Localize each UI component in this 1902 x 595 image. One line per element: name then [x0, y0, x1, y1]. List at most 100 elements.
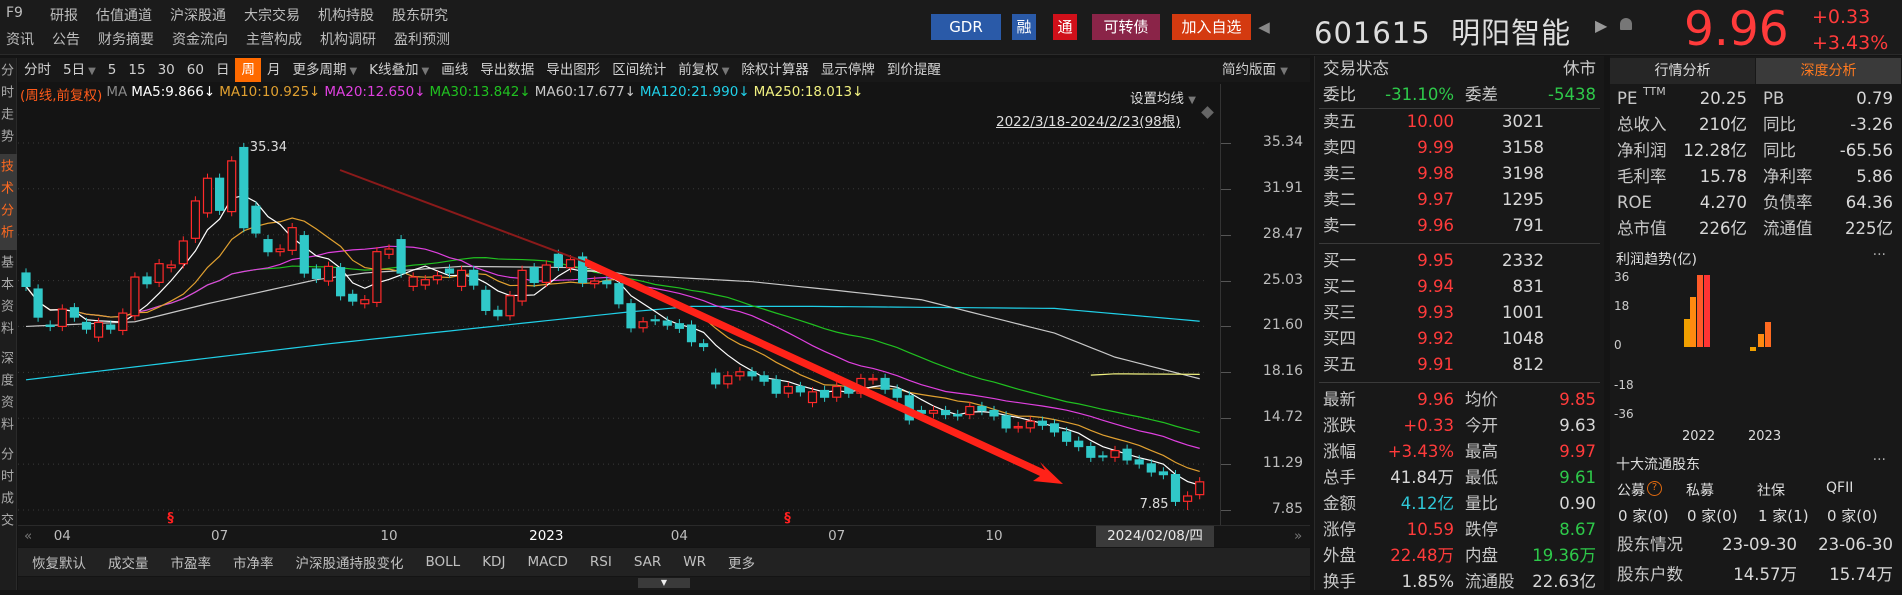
connect-button[interactable]: 通	[1053, 14, 1077, 40]
quote-value: 9.61	[1559, 468, 1596, 487]
toolbar-item[interactable]: 更多周期 ▼	[286, 58, 363, 82]
more-icon[interactable]: ···	[1873, 247, 1886, 263]
scroll-right-icon[interactable]: »	[1294, 528, 1302, 544]
quote-value: 8.67	[1559, 520, 1596, 539]
nav-link[interactable]: 机构调研	[320, 29, 376, 49]
toolbar-item[interactable]: 30	[152, 58, 181, 82]
toolbar-item[interactable]: 除权计算器	[735, 58, 815, 82]
toolbar-item[interactable]: 画线	[435, 58, 474, 82]
kline-chart[interactable]: 35.34 7.85 § §	[18, 84, 1220, 526]
nav-link[interactable]: 研报	[50, 5, 78, 25]
stock-title: 601615 明阳智能	[1314, 10, 1571, 52]
ma-value: MA20:12.650↓	[324, 84, 426, 100]
toolbar-item[interactable]: 5日 ▼	[57, 58, 102, 82]
side-tab[interactable]: 技术分析	[0, 154, 17, 250]
panel-splitter[interactable]: ▼	[18, 577, 1310, 590]
toolbar-item[interactable]: 显示停牌	[815, 58, 881, 82]
toolbar-item[interactable]: 月	[261, 58, 287, 82]
side-tab[interactable]: 基本资料	[0, 250, 17, 346]
nav-link[interactable]: 财务摘要	[98, 29, 154, 49]
toolbar-item[interactable]: 前复权 ▼	[672, 58, 735, 82]
quote-row: 总市值 226亿 流通值 225亿	[1610, 216, 1902, 242]
candle-body	[130, 276, 140, 317]
chevron-down-icon: ▼	[1280, 66, 1288, 77]
toolbar-item-label: 到价提醒	[886, 62, 941, 78]
time-tick-label: 2023	[529, 528, 564, 544]
indicator-tab[interactable]: BOLL	[426, 554, 461, 570]
indicator-tab[interactable]: 更多	[728, 552, 755, 572]
nav-link[interactable]: F9	[6, 5, 23, 25]
nav-link[interactable]: 机构持股	[318, 5, 374, 25]
add-watchlist-button[interactable]: 加入自选	[1172, 14, 1251, 40]
sell-price: 9.99	[1417, 138, 1454, 157]
candle-body	[408, 276, 418, 287]
margin-button[interactable]: 融	[1012, 14, 1036, 40]
expand-down-icon[interactable]: ▼	[638, 578, 690, 588]
metric-label: 流通值	[1763, 219, 1813, 238]
nav-link[interactable]: 大宗交易	[244, 5, 300, 25]
ma-settings-button[interactable]: 设置均线 ▼	[1130, 87, 1196, 107]
nav-link[interactable]: 资讯	[6, 29, 34, 49]
play-icon[interactable]: ▶	[1595, 16, 1607, 35]
convertible-bond-button[interactable]: 可转债	[1092, 14, 1160, 40]
candle-body	[1074, 440, 1084, 448]
bid-ratio-label: 委比	[1323, 85, 1356, 104]
indicator-tab[interactable]: WR	[683, 554, 706, 570]
quote-label: 外盘	[1323, 546, 1356, 565]
nav-link[interactable]: 主营构成	[246, 29, 302, 49]
nav-link[interactable]: 股东研究	[392, 5, 448, 25]
price-tick	[1221, 143, 1231, 144]
indicator-tab[interactable]: KDJ	[482, 554, 505, 570]
nav-link[interactable]: 公告	[52, 29, 80, 49]
toolbar-item[interactable]: 60	[181, 58, 210, 82]
quote-row: 涨跌 +0.33 今开 9.63	[1315, 413, 1604, 439]
side-tab[interactable]: 分时走势	[0, 58, 17, 154]
indicator-tab[interactable]: SAR	[634, 554, 661, 570]
side-tab[interactable]: 分时成交	[0, 442, 17, 538]
analysis-tab[interactable]: 深度分析	[1756, 58, 1901, 84]
chevron-down-icon: ▼	[421, 66, 430, 77]
toolbar-item[interactable]: K线叠加 ▼	[363, 58, 435, 82]
profit-bar	[1758, 334, 1764, 347]
nav-link[interactable]: 资金流向	[172, 29, 228, 49]
toolbar-item[interactable]: 周	[235, 58, 261, 82]
collapse-arrow-icon[interactable]: ◀	[1256, 14, 1272, 40]
divider	[1319, 243, 1600, 244]
toolbar-item[interactable]: 导出图形	[540, 58, 606, 82]
toolbar-item[interactable]: 15	[122, 58, 151, 82]
toolbar-item[interactable]: 到价提醒	[881, 58, 947, 82]
bell-icon[interactable]: 🔔	[1620, 18, 1632, 30]
candle-body	[1195, 481, 1205, 496]
side-tab[interactable]: 深度资料	[0, 346, 17, 442]
quote-value: 41.84万	[1390, 468, 1454, 487]
candle-body	[396, 239, 406, 274]
date-range[interactable]: 2022/3/18-2024/2/23(98根)	[996, 110, 1181, 130]
indicator-tab[interactable]: 沪深股通持股变化	[296, 552, 404, 572]
indicator-tab[interactable]: 成交量	[108, 552, 149, 572]
indicator-tab[interactable]: 恢复默认	[32, 552, 86, 572]
bid-ratio-value: -31.10%	[1385, 85, 1454, 104]
nav-link[interactable]: 估值通道	[96, 5, 152, 25]
toolbar-item[interactable]: 日	[210, 58, 236, 82]
buy-price: 9.95	[1417, 251, 1454, 270]
nav-link[interactable]: 沪深股通	[170, 5, 226, 25]
indicator-tab[interactable]: 市净率	[233, 552, 274, 572]
indicator-tab[interactable]: RSI	[590, 554, 612, 570]
indicator-tab[interactable]: 市盈率	[171, 552, 212, 572]
toolbar-item[interactable]: 区间统计	[606, 58, 672, 82]
toolbar-item[interactable]: 5	[102, 58, 123, 82]
scroll-left-icon[interactable]: «	[24, 528, 32, 544]
toolbar-item[interactable]: 导出数据	[474, 58, 540, 82]
help-icon[interactable]: ?	[1647, 481, 1662, 496]
toolbar-item[interactable]: 分时	[18, 58, 57, 82]
analysis-tab[interactable]: 行情分析	[1610, 58, 1755, 84]
indicator-tab[interactable]: MACD	[527, 554, 567, 570]
gdr-button[interactable]: GDR	[931, 14, 1001, 40]
nav-link[interactable]: 盈利预测	[394, 29, 450, 49]
more-icon[interactable]: ···	[1873, 452, 1886, 468]
candle-body	[21, 272, 31, 287]
change-amount: +0.33	[1812, 6, 1871, 28]
cursor-date: 2024/02/08/四	[1096, 526, 1214, 547]
candle-body	[69, 307, 80, 318]
layout-select[interactable]: 简约版面 ▼	[1222, 58, 1288, 82]
